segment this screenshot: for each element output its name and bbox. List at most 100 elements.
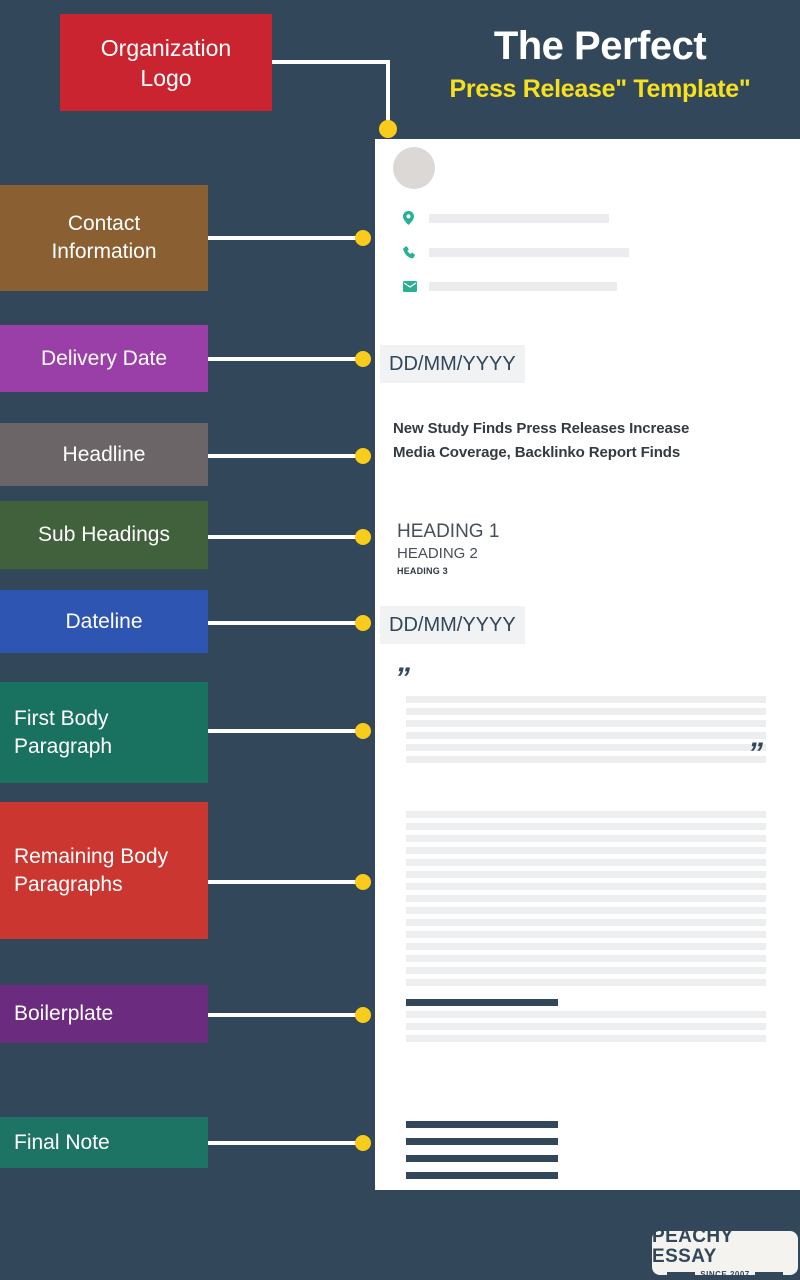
sidebar-item-label: Final Note	[14, 1130, 110, 1154]
placeholder-line	[406, 1035, 766, 1042]
placeholder-line	[406, 931, 766, 938]
title-sub: Press Release" Template"	[449, 75, 751, 103]
placeholder-line	[406, 847, 766, 854]
connector-line	[208, 454, 356, 458]
connector-dot	[355, 1135, 371, 1151]
connector-line	[208, 357, 356, 361]
placeholder-line	[406, 955, 766, 962]
infographic-page: Organization Logo The Perfect Press Relea…	[0, 0, 800, 1280]
connector-line	[208, 236, 356, 240]
sidebar-item-dateline[interactable]: Dateline	[0, 590, 208, 653]
sidebar-item-label: Headline	[62, 442, 146, 466]
header-connector-dot	[379, 120, 397, 138]
connector-line	[208, 729, 356, 733]
sidebar-item-label: Contact Information	[51, 212, 157, 263]
connector-line	[208, 880, 356, 884]
press-release-document-panel: DD/MM/YYYY New Study Finds Press Release…	[375, 139, 800, 1190]
sidebar-item-label: Sub Headings	[38, 523, 170, 546]
connector-dot	[355, 723, 371, 739]
boilerplate-placeholder	[406, 1011, 766, 1047]
delivery-date-field[interactable]: DD/MM/YYYY	[380, 345, 525, 383]
placeholder-line	[406, 732, 766, 739]
organization-logo-label: Organization Logo	[100, 34, 232, 91]
contact-row-address	[403, 207, 783, 229]
contact-placeholder-line	[429, 281, 617, 291]
placeholder-line	[406, 859, 766, 866]
boilerplate-rule	[406, 999, 558, 1006]
sidebar-item-label: Boilerplate	[14, 1002, 114, 1025]
first-body-paragraph-placeholder	[406, 696, 766, 768]
final-note-placeholder	[406, 1121, 558, 1189]
contact-row-phone	[403, 241, 783, 263]
location-pin-icon	[403, 211, 429, 225]
placeholder-line	[406, 1023, 766, 1030]
avatar	[393, 147, 435, 189]
brand-logo: PEACHY ESSAY SINCE 2007	[652, 1227, 798, 1279]
placeholder-line	[406, 696, 766, 703]
placeholder-line	[406, 883, 766, 890]
brand-since-label: SINCE 2007	[700, 1270, 750, 1279]
placeholder-line	[406, 720, 766, 727]
contact-information-section	[403, 207, 783, 309]
connector-dot	[355, 448, 371, 464]
placeholder-line	[406, 756, 766, 763]
sidebar-item-sub-headings[interactable]: Sub Headings	[0, 501, 208, 569]
quote-open-icon: ”	[395, 662, 410, 695]
brand-bar-right	[754, 1271, 783, 1278]
placeholder-line	[406, 1121, 558, 1128]
sidebar-item-delivery-date[interactable]: Delivery Date	[0, 325, 208, 392]
placeholder-line	[406, 943, 766, 950]
placeholder-line	[406, 823, 766, 830]
subheading-level-2: HEADING 2	[397, 545, 478, 562]
header-connector-vertical	[386, 60, 390, 128]
title-main: The Perfect	[493, 24, 707, 68]
placeholder-line	[406, 979, 766, 986]
connector-line	[208, 1013, 356, 1017]
sidebar-item-label: First Body Paragraph	[14, 706, 113, 758]
connector-dot	[355, 615, 371, 631]
contact-placeholder-line	[429, 247, 629, 257]
header-connector-horizontal	[272, 60, 390, 64]
brand-bar-left	[667, 1271, 696, 1278]
placeholder-line	[406, 967, 766, 974]
placeholder-line	[406, 871, 766, 878]
placeholder-line	[406, 744, 766, 751]
remaining-body-paragraphs-placeholder	[406, 811, 766, 991]
sidebar-item-final-note[interactable]: Final Note	[0, 1117, 208, 1168]
sidebar-item-boilerplate[interactable]: Boilerplate	[0, 985, 208, 1043]
subheading-level-1: HEADING 1	[397, 521, 500, 542]
organization-logo-block: Organization Logo	[60, 14, 272, 111]
subheadings-group: HEADING 1 HEADING 2 HEADING 3	[397, 520, 499, 578]
sidebar-item-remaining-body-paragraphs[interactable]: Remaining Body Paragraphs	[0, 802, 208, 939]
phone-icon	[403, 245, 429, 259]
sidebar-item-first-body-paragraph[interactable]: First Body Paragraph	[0, 682, 208, 783]
placeholder-line	[406, 835, 766, 842]
placeholder-line	[406, 919, 766, 926]
connector-line	[208, 535, 356, 539]
dateline-field[interactable]: DD/MM/YYYY	[380, 606, 525, 644]
sidebar-item-label: Delivery Date	[40, 346, 168, 370]
placeholder-line	[406, 1011, 766, 1018]
subheading-level-3: HEADING 3	[397, 566, 448, 576]
brand-since-row: SINCE 2007	[667, 1270, 783, 1279]
placeholder-line	[406, 1155, 558, 1162]
sidebar-item-label: Dateline	[65, 609, 143, 633]
placeholder-line	[406, 811, 766, 818]
brand-name: PEACHY ESSAY	[652, 1226, 734, 1267]
quote-close-icon: ”	[748, 737, 763, 770]
connector-dot	[355, 1007, 371, 1023]
connector-dot	[355, 529, 371, 545]
connector-dot	[355, 230, 371, 246]
sidebar-item-label: Remaining Body Paragraphs	[14, 844, 169, 896]
sidebar-item-headline[interactable]: Headline	[0, 423, 208, 486]
sidebar-item-contact-information[interactable]: Contact Information	[0, 185, 208, 291]
contact-row-email	[403, 275, 783, 297]
envelope-icon	[403, 280, 429, 292]
page-title: The Perfect Press Release" Template"	[400, 22, 800, 106]
placeholder-line	[406, 1138, 558, 1145]
connector-line	[208, 621, 356, 625]
placeholder-line	[406, 708, 766, 715]
placeholder-line	[406, 895, 766, 902]
placeholder-line	[406, 907, 766, 914]
connector-line	[208, 1141, 356, 1145]
